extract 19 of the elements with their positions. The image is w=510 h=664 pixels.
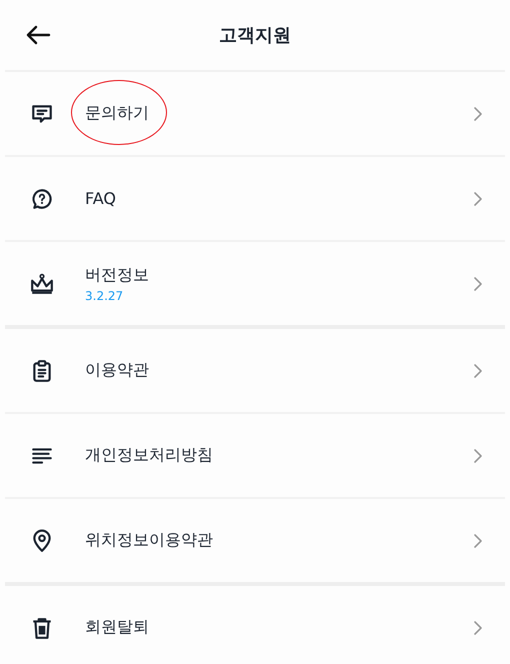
chevron-right-icon bbox=[473, 620, 483, 634]
chevron-right-icon bbox=[473, 276, 483, 290]
chevron-right-icon bbox=[473, 364, 483, 378]
chevron-right-icon bbox=[473, 106, 483, 120]
menu-item[interactable]: 이용약관 bbox=[5, 329, 505, 414]
page-title: 고객지원 bbox=[219, 24, 291, 47]
chevron-right-icon bbox=[473, 534, 483, 548]
menu-item[interactable]: 문의하기 bbox=[5, 72, 505, 157]
chevron-right-icon bbox=[473, 448, 483, 462]
menu-item[interactable]: 버전정보 3.2.27 bbox=[5, 242, 505, 325]
menu-item[interactable]: 회원탈퇴 bbox=[5, 586, 505, 664]
menu-item[interactable]: FAQ bbox=[5, 157, 505, 242]
back-button[interactable] bbox=[25, 24, 51, 46]
crown-icon bbox=[30, 272, 54, 296]
menu-item[interactable]: 위치정보이용약관 bbox=[5, 499, 505, 582]
question-bubble-icon bbox=[30, 186, 54, 210]
menu-item[interactable]: 개인정보처리방침 bbox=[5, 414, 505, 499]
version-number: 3.2.27 bbox=[85, 288, 124, 302]
chevron-right-icon bbox=[473, 192, 483, 206]
